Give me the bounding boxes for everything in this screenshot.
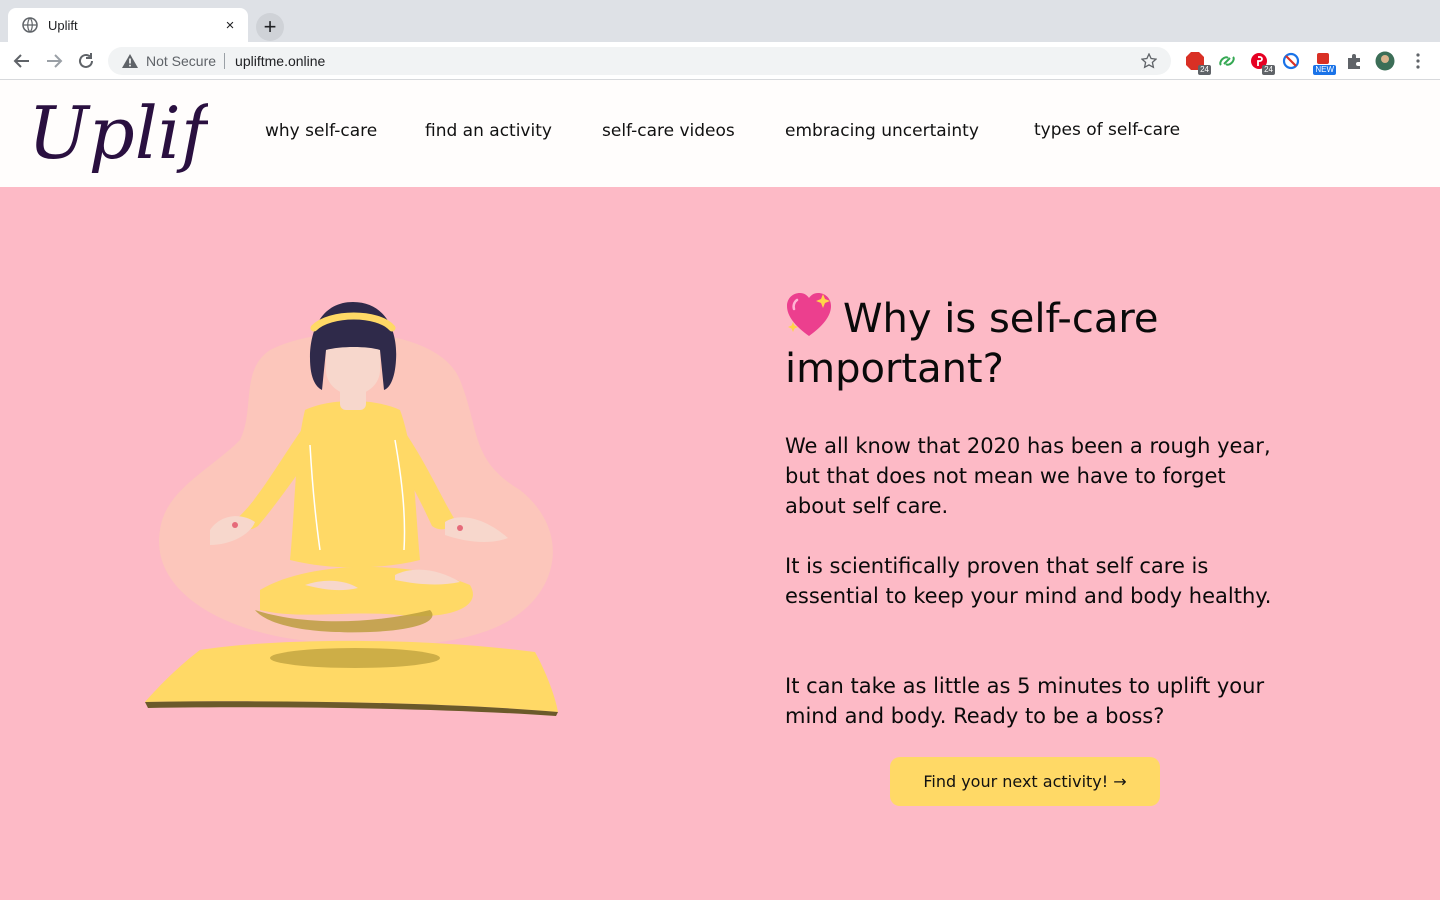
chain-link-icon xyxy=(1219,56,1235,66)
pinterest-extension[interactable]: 24 xyxy=(1249,51,1275,75)
logo-text: Uplift xyxy=(28,91,208,175)
extensions-menu-button[interactable] xyxy=(1345,51,1365,71)
kebab-menu-icon xyxy=(1416,53,1420,69)
adblock-extension[interactable]: 24 xyxy=(1185,51,1211,75)
globe-icon xyxy=(22,17,38,33)
new-extension[interactable]: NEW xyxy=(1311,51,1336,75)
address-bar[interactable]: Not Secure upliftme.online xyxy=(108,47,1171,75)
block-extension[interactable] xyxy=(1281,51,1301,71)
uplift-logo[interactable]: Uplift xyxy=(28,80,208,187)
hero-paragraph-3: It can take as little as 5 minutes to up… xyxy=(785,674,1265,728)
nav-types-of-self-care[interactable]: types of self-care xyxy=(1034,120,1180,140)
browser-menu-button[interactable] xyxy=(1408,51,1428,71)
find-activity-button[interactable]: Find your next activity! → xyxy=(890,757,1160,806)
meditation-illustration xyxy=(145,302,558,716)
hero-heading-text: Why is self-care important? xyxy=(785,296,1159,392)
new-tab-button[interactable]: + xyxy=(256,13,284,41)
avatar-icon xyxy=(1375,51,1395,71)
reload-icon xyxy=(79,53,93,68)
browser-tab[interactable]: Uplift × xyxy=(8,8,248,42)
nav-why-self-care[interactable]: why self-care xyxy=(265,121,377,141)
profile-avatar[interactable] xyxy=(1375,51,1395,71)
link-extension[interactable] xyxy=(1217,51,1237,71)
url-text[interactable]: upliftme.online xyxy=(235,53,1141,69)
bookmark-star-icon[interactable] xyxy=(1141,53,1157,69)
forward-button[interactable] xyxy=(43,50,65,72)
extension-badge: NEW xyxy=(1313,65,1336,75)
puzzle-icon xyxy=(1348,54,1360,69)
nav-embracing-uncertainty[interactable]: embracing uncertainty xyxy=(785,121,979,141)
sparkling-heart-icon xyxy=(787,293,831,336)
nav-self-care-videos[interactable]: self-care videos xyxy=(602,121,735,141)
back-arrow-icon xyxy=(13,54,29,68)
hero-paragraph-1: We all know that 2020 has been a rough y… xyxy=(785,434,1271,518)
browser-tabstrip: Uplift × + xyxy=(0,0,1440,42)
back-button[interactable] xyxy=(11,50,33,72)
forward-arrow-icon xyxy=(47,54,63,68)
no-entry-icon xyxy=(1282,52,1300,70)
calendar-icon xyxy=(1317,53,1329,64)
omnibox-divider xyxy=(224,53,226,69)
security-label[interactable]: Not Secure xyxy=(146,53,216,69)
browser-toolbar: Not Secure upliftme.online 24 24 NEW xyxy=(0,42,1440,80)
reload-button[interactable] xyxy=(75,50,97,72)
nav-find-an-activity[interactable]: find an activity xyxy=(425,121,552,141)
tab-close-icon[interactable]: × xyxy=(222,17,238,34)
hero-paragraph-2: It is scientifically proven that self ca… xyxy=(785,554,1272,608)
extension-badge: 24 xyxy=(1198,65,1211,75)
hero-heading: Why is self-care important? xyxy=(785,292,1325,394)
extension-badge: 24 xyxy=(1262,65,1275,75)
tab-title: Uplift xyxy=(48,17,78,33)
warning-icon xyxy=(122,54,138,68)
